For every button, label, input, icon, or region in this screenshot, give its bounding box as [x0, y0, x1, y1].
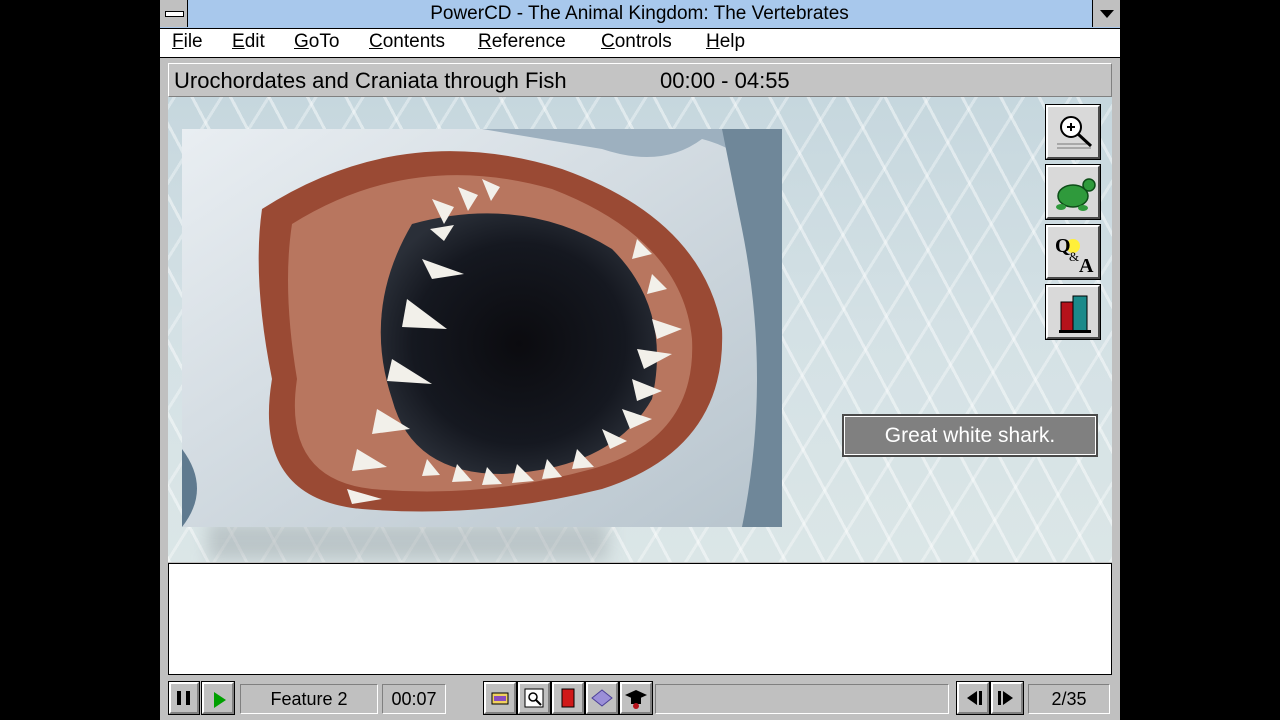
previous-button[interactable] [956, 681, 990, 715]
minimize-arrow-icon [1100, 10, 1114, 18]
magnifier-page-button[interactable] [517, 681, 551, 715]
menu-reference[interactable]: Reference [478, 31, 566, 53]
pause-button[interactable] [168, 681, 200, 715]
menu-bar: File Edit GoTo Contents Reference Contro… [160, 29, 1120, 58]
menu-goto[interactable]: GoTo [294, 31, 339, 53]
photo-shadow [208, 522, 608, 560]
svg-text:A: A [1079, 255, 1094, 276]
map-button[interactable] [585, 681, 619, 715]
text-panel [168, 563, 1112, 675]
map-icon [591, 689, 613, 707]
menu-contents[interactable]: Contents [369, 31, 445, 53]
previous-icon [967, 691, 982, 705]
graduation-cap-button[interactable] [619, 681, 653, 715]
q-and-a-icon: Q & A [1055, 235, 1094, 276]
system-menu-icon [165, 11, 184, 17]
next-button[interactable] [990, 681, 1024, 715]
film-icon [491, 692, 509, 705]
section-header: Urochordates and Craniata through Fish 0… [168, 63, 1112, 97]
application-window: PowerCD - The Animal Kingdom: The Verteb… [160, 0, 1120, 720]
next-icon [998, 691, 1013, 705]
play-button[interactable] [201, 681, 235, 715]
elapsed-time: 00:07 [382, 684, 446, 714]
magnifier-icon [1057, 116, 1093, 149]
section-title: Urochordates and Craniata through Fish [174, 68, 567, 93]
shark-photo [182, 129, 782, 527]
books-button[interactable] [1045, 284, 1101, 340]
title-bar[interactable]: PowerCD - The Animal Kingdom: The Verteb… [160, 0, 1120, 29]
feature-label: Feature 2 [240, 684, 378, 714]
menu-controls[interactable]: Controls [601, 31, 672, 53]
zoom-button[interactable] [1045, 104, 1101, 160]
window-title: PowerCD - The Animal Kingdom: The Verteb… [430, 3, 849, 24]
minimize-button[interactable] [1092, 0, 1120, 27]
play-icon [214, 692, 226, 708]
film-button[interactable] [483, 681, 517, 715]
magnifier-page-icon [524, 688, 544, 708]
page-counter: 2/35 [1028, 684, 1110, 714]
progress-track [655, 684, 949, 714]
menu-help[interactable]: Help [706, 31, 745, 53]
qa-button[interactable]: Q & A [1045, 224, 1101, 280]
books-icon [1059, 295, 1091, 333]
content-stage: Great white shark. Q & A [168, 97, 1112, 562]
red-book-icon [561, 688, 575, 708]
menu-edit[interactable]: Edit [232, 31, 265, 53]
time-range: 00:00 - 04:55 [660, 68, 790, 93]
svg-text:&: & [1069, 249, 1079, 264]
turtle-button[interactable] [1045, 164, 1101, 220]
control-bar: Feature 2 00:07 2/35 [160, 678, 1120, 720]
turtle-icon [1056, 178, 1096, 211]
red-book-button[interactable] [551, 681, 585, 715]
photo-caption: Great white shark. [842, 414, 1098, 457]
system-menu-button[interactable] [160, 0, 188, 27]
menu-file[interactable]: File [172, 31, 203, 53]
pause-icon [177, 691, 190, 705]
graduation-cap-icon [625, 690, 647, 709]
